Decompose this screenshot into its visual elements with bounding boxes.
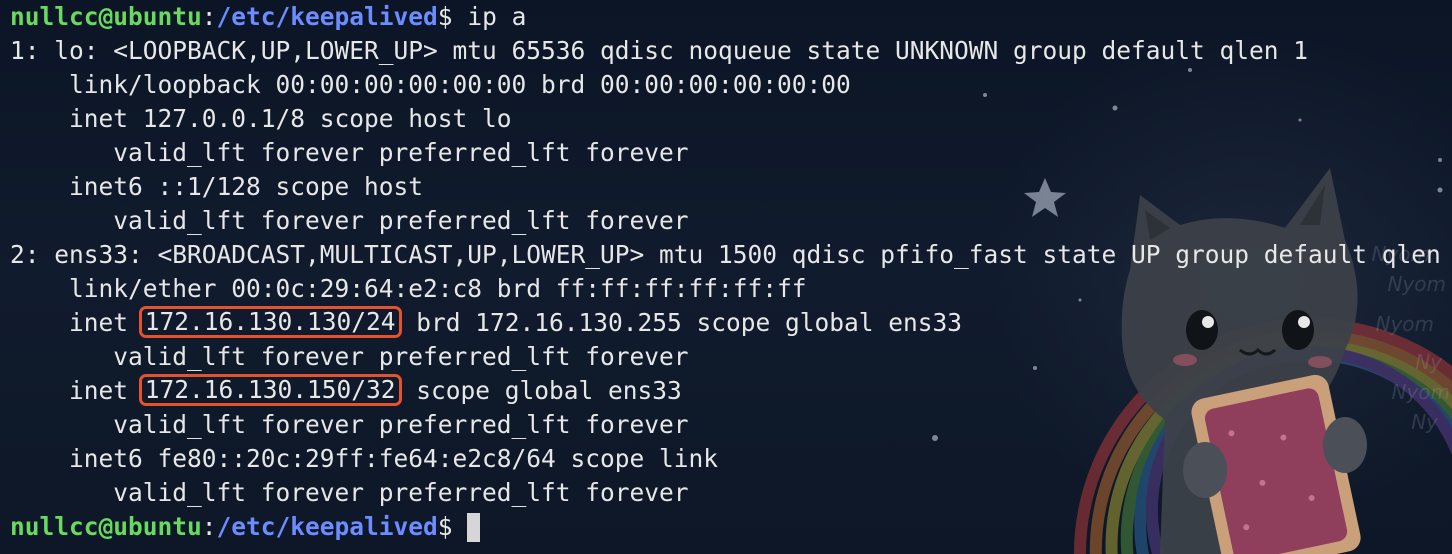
output-line: inet6 fe80::20c:29ff:fe64:e2c8/64 scope … — [10, 444, 719, 473]
command-text: ip a — [452, 2, 527, 31]
output-line: link/ether 00:0c:29:64:e2:c8 brd ff:ff:f… — [10, 274, 807, 303]
terminal-output: nullcc@ubuntu:/etc/keepalived$ ip a 1: l… — [10, 0, 1442, 544]
output-line: inet 172.16.130.130/24 brd 172.16.130.25… — [10, 306, 1442, 340]
prompt-colon: : — [201, 2, 217, 31]
output-line: valid_lft forever preferred_lft forever — [10, 478, 689, 507]
prompt-path: /etc/keepalived — [216, 2, 438, 31]
output-line: link/loopback 00:00:00:00:00:00 brd 00:0… — [10, 70, 851, 99]
output-line: valid_lft forever preferred_lft forever — [10, 410, 689, 439]
output-line: valid_lft forever preferred_lft forever — [10, 206, 689, 235]
highlighted-virtual-ip-address: 172.16.130.150/32 — [138, 374, 402, 406]
highlighted-ip-address: 172.16.130.130/24 — [138, 306, 402, 338]
output-line: inet6 ::1/128 scope host — [10, 172, 424, 201]
output-line: 1: lo: <LOOPBACK,UP,LOWER_UP> mtu 65536 … — [10, 36, 1309, 65]
prompt-colon: : — [201, 512, 217, 541]
inet-prefix: inet — [10, 308, 143, 337]
prompt-path: /etc/keepalived — [216, 512, 438, 541]
prompt-user-host: nullcc@ubuntu — [10, 512, 202, 541]
output-line: 2: ens33: <BROADCAST,MULTICAST,UP,LOWER_… — [10, 240, 1452, 269]
cursor-block[interactable] — [466, 512, 480, 542]
inet-suffix: brd 172.16.130.255 scope global ens33 — [401, 308, 963, 337]
prompt-symbol: $ — [437, 512, 453, 541]
output-line: valid_lft forever preferred_lft forever — [10, 138, 689, 167]
output-line: inet 172.16.130.150/32 scope global ens3… — [10, 374, 1442, 408]
inet-suffix: scope global ens33 — [401, 376, 682, 405]
prompt-line[interactable]: nullcc@ubuntu:/etc/keepalived$ — [10, 510, 1442, 544]
output-line: inet 127.0.0.1/8 scope host lo — [10, 104, 512, 133]
prompt-user-host: nullcc@ubuntu — [10, 2, 202, 31]
inet-prefix: inet — [10, 376, 143, 405]
prompt-symbol: $ — [437, 2, 453, 31]
command-line: nullcc@ubuntu:/etc/keepalived$ ip a — [10, 0, 1442, 34]
output-line: valid_lft forever preferred_lft forever — [10, 342, 689, 371]
terminal-window[interactable]: Nyom Nyom Nyom Ny Nyom Ny nullcc@ubuntu:… — [0, 0, 1452, 554]
